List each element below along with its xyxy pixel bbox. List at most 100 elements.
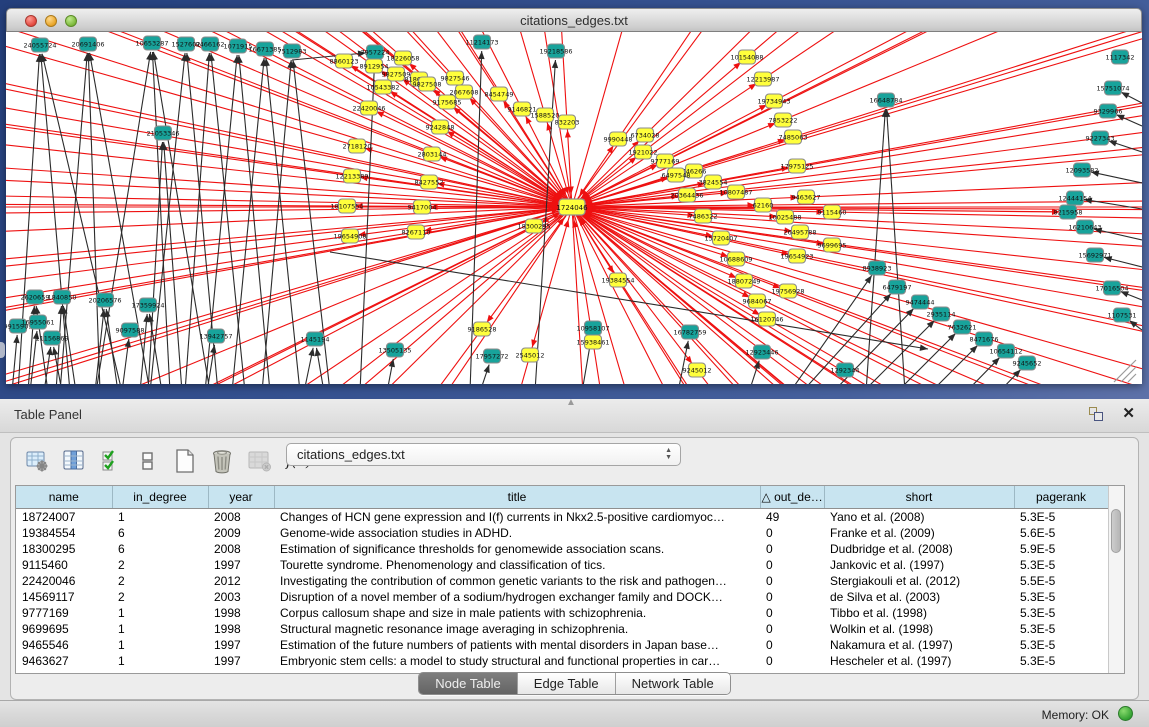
graph-node[interactable]: 7632621 [948,320,977,334]
graph-node[interactable]: 9990448 [604,132,633,146]
graph-node[interactable]: 17975125 [780,159,813,173]
svg-text:22420046: 22420046 [352,105,385,113]
tab-node-table[interactable]: Node Table [419,673,517,694]
table-row[interactable]: 946554611997Estimation of the future num… [16,637,1108,653]
svg-text:9417004: 9417004 [408,204,437,212]
graph-node[interactable]: 13942757 [199,329,232,343]
show-columns-icon[interactable] [62,449,86,473]
graph-node[interactable]: 13505135 [378,343,411,357]
memory-status-indicator[interactable] [1118,706,1133,721]
graph-node[interactable]: 19218586 [539,44,572,58]
graph-node[interactable]: 9827546 [441,71,470,85]
column-header-5[interactable]: short [824,486,1014,509]
graph-node[interactable]: 15720407 [704,231,737,245]
graph-node[interactable]: 1107531 [1108,308,1137,322]
graph-node[interactable]: 15938461 [576,335,609,349]
rows-icon[interactable] [136,449,160,473]
graph-node[interactable]: 12213987 [746,72,779,86]
table-row[interactable]: 969969511998Structural magnetic resonanc… [16,621,1108,637]
table-cell: Genome-wide association studies in ADHD. [274,525,760,541]
table-row[interactable]: 977716911998Corpus callosum shape and si… [16,605,1108,621]
graph-node[interactable]: 7957224 [361,45,390,59]
graph-node[interactable]: 20206576 [88,293,121,307]
table-row[interactable]: 946362711997Embryonic stem cells: a mode… [16,653,1108,669]
graph-hub-node[interactable]: 1724046 [556,199,588,215]
graph-node[interactable]: 7486322 [689,209,718,223]
graph-node[interactable]: 9699695 [818,238,847,252]
float-panel-icon[interactable] [1089,407,1105,423]
table-cell: Tourette syndrome. Phenomenology and cla… [274,557,760,573]
close-panel-icon[interactable]: ✕ [1122,404,1135,422]
graph-node[interactable]: 15692971 [1078,248,1111,262]
graph-node[interactable]: 12093582 [1065,163,1098,177]
svg-text:9827508: 9827508 [413,81,442,89]
graph-node[interactable]: 10654112 [989,344,1022,358]
column-header-1[interactable]: in_degree [112,486,208,509]
graph-node[interactable]: 26495788 [783,225,816,239]
graph-node[interactable]: 9245012 [683,363,712,377]
network-canvas-holder[interactable]: 2405572420691406106532871527602946616210… [6,32,1142,384]
graph-node[interactable]: 11214173 [465,35,498,49]
table-settings-icon[interactable] [25,449,49,473]
graph-node[interactable]: 16648784 [869,93,902,107]
table-scrollbar-thumb[interactable] [1111,509,1121,553]
trash-icon[interactable] [210,449,234,473]
graph-node[interactable]: 62160 [753,198,774,212]
column-header-3[interactable]: title [274,486,760,509]
graph-node[interactable]: 2718120 [343,139,372,153]
graph-node[interactable]: 18107554 [330,199,363,213]
column-header-2[interactable]: year [208,486,274,509]
graph-node[interactable]: 832203 [555,115,580,129]
graph-node[interactable]: 9463627 [792,190,821,204]
svg-text:8471676: 8471676 [970,336,999,344]
citation-network-canvas[interactable]: 2405572420691406106532871527602946616210… [6,32,1142,384]
svg-text:9474444: 9474444 [906,299,935,307]
graph-node[interactable]: 9474444 [906,295,935,309]
tab-network-table[interactable]: Network Table [615,673,730,694]
table-selector-dropdown[interactable]: citations_edges.txt ▲▼ [286,443,681,466]
graph-node[interactable]: 24055724 [23,38,56,52]
svg-text:6734028: 6734028 [631,132,660,140]
import-table-icon[interactable] [247,449,271,473]
tab-edge-table[interactable]: Edge Table [517,673,615,694]
column-header-4[interactable]: △ out_de… [760,486,824,509]
svg-text:1292344: 1292344 [831,367,860,375]
svg-text:19734943: 19734943 [757,98,790,106]
graph-node[interactable]: 1117342 [1106,50,1135,64]
pane-resize-handle-icon[interactable]: ▲ [566,397,576,408]
column-header-0[interactable]: name [16,486,112,509]
graph-node[interactable]: 17957272 [475,349,508,363]
table-cell: Embryonic stem cells: a model to study s… [274,653,760,669]
graph-node[interactable]: 16782759 [673,325,706,339]
panel-collapse-notch[interactable] [0,342,5,358]
graph-node[interactable]: 9227343 [1086,131,1115,145]
svg-text:10543382: 10543382 [366,84,399,92]
graph-node[interactable]: 12444154 [1058,191,1091,205]
checklist-icon[interactable] [99,449,123,473]
graph-node[interactable]: 8427552 [415,175,444,189]
table-row[interactable]: 1456911722003Disruption of a novel membe… [16,589,1108,605]
graph-node[interactable]: 9417004 [408,200,437,214]
column-header-6[interactable]: pagerank [1014,486,1108,509]
network-window-title: citations_edges.txt [7,13,1141,28]
table-cell: 1997 [208,637,274,653]
table-row[interactable]: 2242004622012Investigating the contribut… [16,573,1108,589]
graph-node[interactable]: 9245652 [1013,356,1042,370]
table-row[interactable]: 1938455462009Genome-wide association stu… [16,525,1108,541]
graph-node[interactable]: 6479197 [883,280,912,294]
table-cell: Wolkin et al. (1998) [824,621,1014,637]
graph-node[interactable]: 2545012 [516,348,545,362]
graph-node[interactable]: 7512983 [278,44,307,58]
table-row[interactable]: 1830029562008Estimation of significance … [16,541,1108,557]
graph-node[interactable]: 20691406 [71,37,104,51]
graph-node[interactable]: 10958107 [576,321,609,335]
table-row[interactable]: 1872400712008Changes of HCN gene express… [16,509,1108,526]
svg-text:62160: 62160 [753,202,774,210]
table-scrollbar[interactable] [1108,486,1124,673]
graph-node[interactable]: 9466162 [196,37,225,51]
graph-node[interactable]: 6734028 [631,128,660,142]
table-row[interactable]: 911546021997Tourette syndrome. Phenomeno… [16,557,1108,573]
network-window-titlebar[interactable]: citations_edges.txt [6,8,1142,32]
new-document-icon[interactable] [173,449,197,473]
svg-text:15692971: 15692971 [1078,252,1111,260]
